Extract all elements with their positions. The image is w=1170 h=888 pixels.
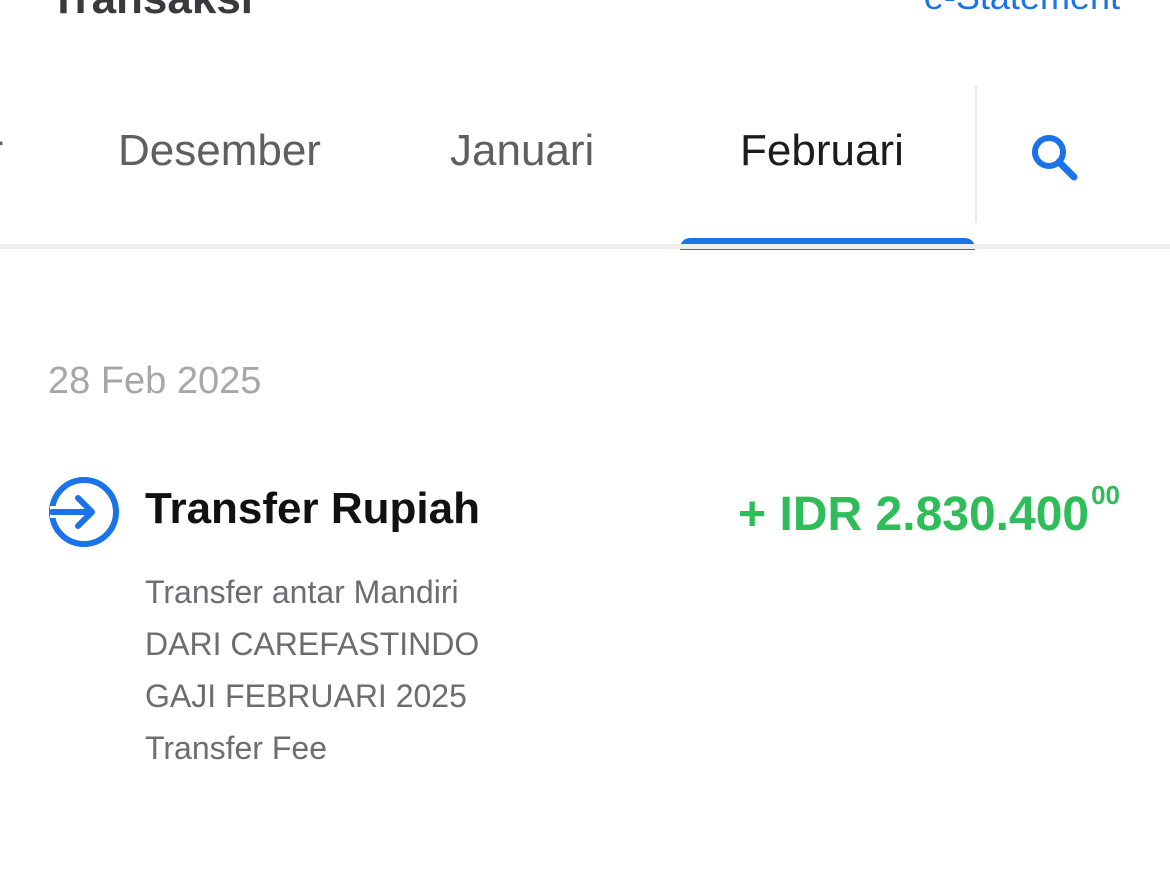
transaction-details: Transfer antar Mandiri DARI CAREFASTINDO… <box>145 566 479 774</box>
tabs-separator <box>975 86 977 222</box>
transaction-detail-line: GAJI FEBRUARI 2025 <box>145 678 467 714</box>
tab-februari[interactable]: Februari <box>740 126 904 176</box>
transaction-amount: + IDR 2.830.40000 <box>738 480 1120 542</box>
tab-desember[interactable]: Desember <box>118 126 321 176</box>
transaction-detail-line: Transfer Fee <box>145 730 327 766</box>
search-icon <box>1032 135 1078 181</box>
month-tabs: er Desember Januari Februari <box>0 86 976 246</box>
transfer-in-icon <box>49 477 119 547</box>
date-header: 28 Feb 2025 <box>48 360 262 402</box>
tabs-divider <box>0 244 1170 249</box>
tab-november[interactable]: er <box>0 126 3 176</box>
tab-januari[interactable]: Januari <box>450 126 594 176</box>
transaction-detail-line: Transfer antar Mandiri <box>145 574 459 610</box>
amount-cents: 00 <box>1091 480 1120 510</box>
e-statement-link[interactable]: e-Statement <box>924 0 1120 18</box>
transactions-screen: Transaksi e-Statement er Desember Januar… <box>0 0 1170 888</box>
search-button[interactable] <box>1020 124 1090 194</box>
amount-main: + IDR 2.830.400 <box>738 488 1090 541</box>
page-title: Transaksi <box>50 0 253 24</box>
transaction-title: Transfer Rupiah <box>145 484 480 533</box>
transaction-detail-line: DARI CAREFASTINDO <box>145 626 480 662</box>
